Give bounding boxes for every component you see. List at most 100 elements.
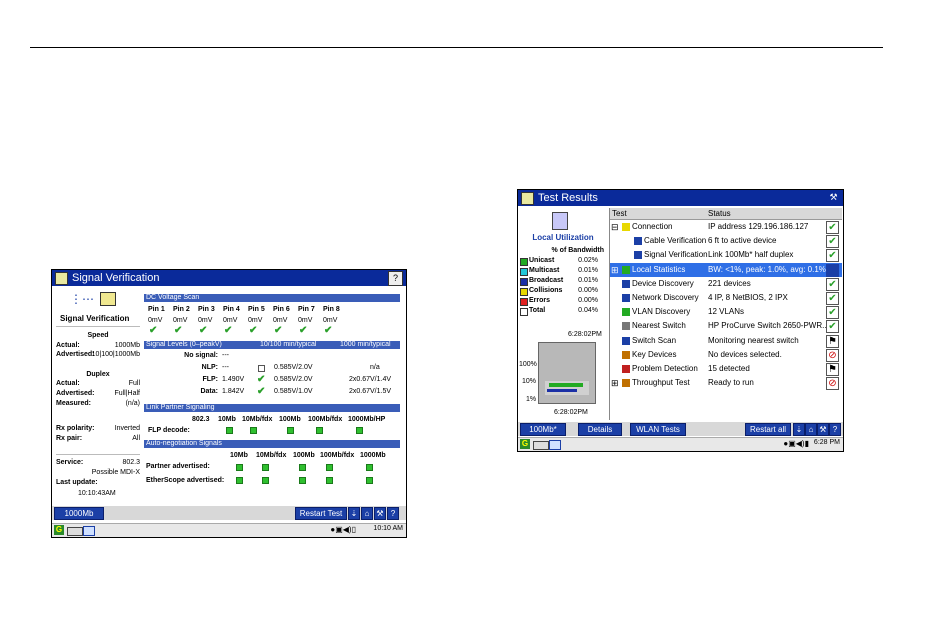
- status-ok-icon[interactable]: ✔: [826, 320, 839, 334]
- status-ok-icon[interactable]: ✔: [826, 221, 839, 234]
- help-button-icon[interactable]: ?: [387, 507, 399, 520]
- ans-col-header: 100Mb/fdx: [320, 452, 355, 459]
- test-type-icon: [634, 237, 642, 246]
- graph-time-bottom: 6:28:02PM: [554, 409, 588, 416]
- page-header-rule: [30, 47, 883, 48]
- test-status: Link 100Mb* half duplex: [708, 250, 794, 260]
- table-row[interactable]: Device Discovery 221 devices ✔: [610, 277, 842, 291]
- dc-pin-label: Pin 1: [148, 306, 165, 313]
- wlan-tests-button[interactable]: WLAN Tests: [630, 423, 686, 436]
- tree-expander-icon[interactable]: ⊞: [611, 376, 619, 390]
- service-sub: Possible MDI-X: [91, 469, 140, 476]
- speed-button[interactable]: 100Mb*: [520, 423, 566, 436]
- start-icon[interactable]: G: [54, 525, 64, 535]
- test-name: Problem Detection: [632, 364, 698, 373]
- app-icon[interactable]: [521, 192, 534, 205]
- dc-pin-value: 0mV: [273, 317, 288, 324]
- home-icon[interactable]: ⌂: [805, 423, 817, 436]
- table-row[interactable]: Key Devices No devices selected. ⊘: [610, 348, 842, 362]
- data-1000: 2x0.67V/1.5V: [349, 388, 392, 395]
- test-status: 12 VLANs: [708, 307, 745, 317]
- forward-icon[interactable]: ⇣: [348, 507, 360, 520]
- table-row[interactable]: Network Discovery 4 IP, 8 NetBIOS, 2 IPX ✔: [610, 291, 842, 305]
- clock: 6:28 PM: [813, 439, 840, 446]
- nlp-value: ---: [222, 364, 229, 371]
- status-stopped-icon[interactable]: ⊘: [826, 348, 839, 362]
- tool-icon[interactable]: ⚒: [827, 191, 840, 204]
- legend-name: Unicast: [529, 257, 555, 264]
- speed-advertised-value: 10|100|1000Mb: [91, 351, 140, 358]
- status-ok-icon[interactable]: ✔: [826, 292, 839, 305]
- tree-expander-icon[interactable]: ⊟: [611, 220, 619, 234]
- nlp-typical: 0.585V/2.0V: [274, 364, 313, 371]
- status-square-icon: [326, 477, 333, 484]
- keyboard-icon[interactable]: [533, 441, 549, 450]
- table-row[interactable]: Cable Verification 6 ft to active device ✔: [610, 234, 842, 249]
- status-square-icon: [316, 427, 323, 434]
- status-ok-icon[interactable]: ✔: [826, 277, 839, 291]
- test-status: Ready to run: [708, 378, 754, 388]
- table-row[interactable]: ⊟ Connection IP address 129.196.186.127 ✔: [610, 220, 842, 234]
- table-row[interactable]: Signal Verification Link 100Mb* half dupl…: [610, 248, 842, 263]
- status-running-man-icon[interactable]: ⚑: [826, 334, 839, 348]
- rx-pair-label: Rx pair:: [56, 435, 83, 442]
- status-stopped-icon[interactable]: ⊘: [826, 377, 839, 391]
- nlp-label: NLP:: [201, 364, 218, 371]
- status-running-man-icon[interactable]: ⚑: [826, 363, 839, 376]
- start-icon[interactable]: G: [520, 439, 530, 449]
- help-button-icon[interactable]: ?: [829, 423, 841, 436]
- panel-heading: Signal Verification: [60, 314, 130, 323]
- keyboard-icon[interactable]: [67, 527, 83, 536]
- status-running-icon[interactable]: [826, 263, 839, 277]
- ans-col-header: 10Mb/fdx: [256, 452, 287, 459]
- test-status: IP address 129.196.186.127: [708, 222, 809, 231]
- app-icon[interactable]: [55, 272, 68, 285]
- window-icon[interactable]: [549, 440, 561, 450]
- table-row[interactable]: ⊞ Throughput Test Ready to run ⊘: [610, 376, 842, 391]
- help-icon[interactable]: ?: [388, 271, 403, 286]
- legend-value: 0.01%: [578, 267, 598, 274]
- bandwidth-header: % of Bandwidth: [551, 247, 605, 254]
- table-row[interactable]: Problem Detection 15 detected ⚑: [610, 362, 842, 376]
- table-row[interactable]: VLAN Discovery 12 VLANs ✔: [610, 305, 842, 320]
- legend-value: 0.02%: [578, 257, 598, 264]
- forward-icon[interactable]: ⇣: [793, 423, 805, 436]
- taskbar: G ●▣◀)▮ 6:28 PM: [518, 437, 843, 451]
- status-ok-icon[interactable]: ✔: [826, 249, 839, 263]
- lps-col-header: 1000Mb/HP: [348, 416, 386, 423]
- dc-voltage-band: DC Voltage Scan: [144, 294, 400, 302]
- data-label: Data:: [200, 388, 218, 395]
- table-row[interactable]: Nearest Switch HP ProCurve Switch 2650-PW…: [610, 319, 842, 334]
- restart-all-button[interactable]: Restart all: [745, 423, 791, 436]
- status-ok-icon[interactable]: ✔: [826, 306, 839, 320]
- data-value: 1.842V: [222, 388, 245, 395]
- utilization-graph: [538, 342, 596, 404]
- col-test-header[interactable]: Test: [612, 208, 627, 219]
- data-typical: 0.585V/1.0V: [274, 388, 313, 395]
- details-button[interactable]: Details: [578, 423, 622, 436]
- table-row[interactable]: ⊞ Local Statistics BW: <1%, peak: 1.0%, av…: [610, 262, 842, 277]
- dc-pin-value: 0mV: [298, 317, 313, 324]
- title-bar: Test Results ⚒: [518, 190, 843, 206]
- home-icon[interactable]: ⌂: [361, 507, 373, 520]
- test-name: VLAN Discovery: [632, 307, 691, 317]
- col-status-header[interactable]: Status: [708, 208, 731, 219]
- tray-icons: ●▣◀)▮: [783, 439, 809, 448]
- utilization-heading[interactable]: Local Utilization: [522, 233, 604, 242]
- button-bar: 100Mb* Details WLAN Tests Restart all ⇣ …: [518, 422, 843, 436]
- table-row[interactable]: Switch Scan Monitoring nearest switch ⚑: [610, 334, 842, 348]
- window-icon[interactable]: [83, 526, 95, 536]
- legend-swatch: [520, 298, 528, 306]
- taskbar: G ●▣◀)▯ 10:10 AM: [52, 523, 406, 537]
- tree-expander-icon[interactable]: ⊞: [611, 263, 619, 277]
- tools-icon[interactable]: ⚒: [817, 423, 829, 436]
- window-title: Test Results: [538, 192, 598, 204]
- status-ok-icon[interactable]: ✔: [826, 235, 839, 249]
- dc-pin-value: 0mV: [198, 317, 213, 324]
- legend-value: 0.01%: [578, 277, 598, 284]
- last-update-value: 10:10:43AM: [78, 490, 116, 497]
- restart-test-button[interactable]: Restart Test: [295, 507, 347, 520]
- tools-icon[interactable]: ⚒: [374, 507, 386, 520]
- speed-button[interactable]: 1000Mb: [54, 507, 104, 520]
- test-status: 4 IP, 8 NetBIOS, 2 IPX: [708, 293, 788, 302]
